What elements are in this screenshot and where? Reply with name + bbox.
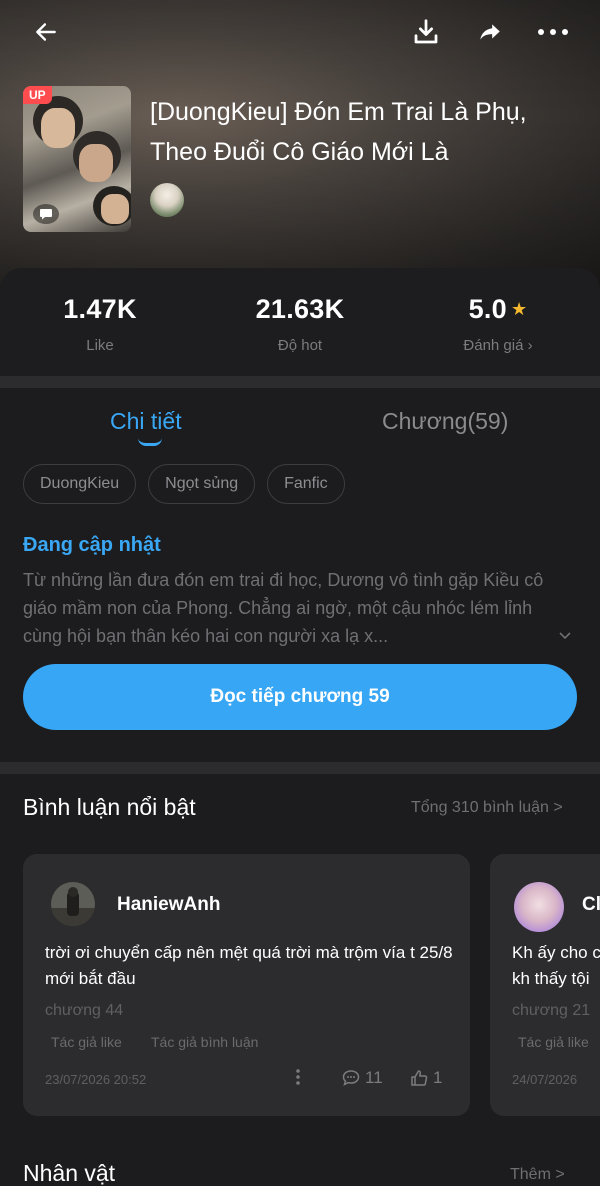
stat-value: 1.47K [63,294,137,324]
stats-panel: 1.47K Like 21.63K Độ hot 5.0 ★ Đánh giá › [0,268,600,376]
cover-figure [101,194,129,224]
section-divider [0,376,600,388]
commenter-avatar[interactable] [514,882,564,932]
share-button[interactable] [472,14,508,50]
author-avatar[interactable] [150,183,184,217]
reply-count: 11 [365,1068,383,1087]
comment-text: trời ơi chuyển cấp nên mệt quá trời mà t… [45,943,453,988]
author-comment-badge: Tác giả bình luận [151,1034,259,1050]
comment-icon [342,1070,360,1086]
download-button[interactable] [408,14,444,50]
stat-label: Độ hot [277,337,323,354]
all-comments-link[interactable]: Tổng 310 bình luận > [411,799,563,817]
detail-section: Chi tiết Chương(59) DuongKieu Ngọt sủng … [0,388,600,762]
comment-card[interactable]: HaniewAnh trời ơi chuyển cấp nên mệt quá… [23,854,470,1116]
tag-list: DuongKieu Ngọt sủng Fanfic [23,464,345,504]
comment-chapter[interactable]: chương 44 [45,1002,123,1020]
more-vertical-icon [296,1069,300,1085]
chevron-right-icon: › [527,337,533,354]
chevron-down-icon [559,632,571,640]
comment-date: 24/07/2026 [512,1072,578,1087]
story-title: [DuongKieu] Đón Em Trai Là Phụ, Theo Đuổ… [150,98,527,166]
stat-label: Đánh giá [463,337,524,354]
stat-value: 21.63K [255,294,345,324]
story-description[interactable]: Từ những lần đưa đón em trai đi học, Dươ… [23,566,571,650]
tab-details[interactable]: Chi tiết [110,408,182,435]
cover-figure [41,108,75,148]
characters-title: Nhân vật [23,1160,116,1186]
update-status: Đang cập nhật [23,534,161,556]
comment-date: 23/07/2026 20:52 [45,1072,147,1087]
stat-rating[interactable]: 5.0 ★ Đánh giá › [413,294,583,354]
tab-active-indicator [138,438,162,446]
stat-likes: 1.47K Like [15,294,185,354]
comments-section: Bình luận nổi bật Tổng 310 bình luận > H… [0,774,600,1186]
reply-button[interactable]: 11 [341,1068,383,1088]
stat-hot: 21.63K Độ hot [215,294,385,354]
story-cover[interactable]: UP [23,86,131,232]
update-badge: UP [23,86,52,104]
continue-reading-button[interactable]: Đọc tiếp chương 59 [23,664,577,730]
cover-figure [79,144,113,182]
tag-chip[interactable]: DuongKieu [23,464,137,504]
section-divider [0,762,600,774]
back-button[interactable] [28,14,64,50]
author-like-badge: Tác giả like [518,1034,589,1050]
author-like-badge: Tác giả like [51,1034,122,1050]
comment-chapter[interactable]: chương 21 [512,1002,590,1020]
top-bar [0,0,600,64]
like-button[interactable]: 1 [409,1068,442,1088]
comment-card[interactable]: Cl Kh ấy cho c kh thấy tội chương 21 Tác… [490,854,600,1116]
share-icon [480,24,500,40]
tab-chapters[interactable]: Chương(59) [382,408,508,435]
commenter-name[interactable]: Cl [582,894,600,916]
thumbs-up-icon [411,1070,428,1086]
star-icon: ★ [511,299,528,319]
comments-title: Bình luận nổi bật [23,794,196,820]
tag-chip[interactable]: Fanfic [267,464,345,504]
download-icon [414,19,438,44]
expand-description-button[interactable] [558,628,572,646]
like-count: 1 [433,1068,443,1087]
arrow-left-icon [36,23,56,41]
more-button[interactable] [535,14,571,50]
stat-label: Like [86,337,114,354]
more-dots-icon [538,29,568,35]
commenter-avatar[interactable] [51,882,95,926]
comment-more-button[interactable] [295,1068,301,1091]
commenter-name[interactable]: HaniewAnh [117,894,220,916]
stat-value: 5.0 [468,294,507,324]
characters-more-link[interactable]: Thêm > [510,1166,565,1184]
comment-text: Kh ấy cho c kh thấy tội [512,943,600,988]
tag-chip[interactable]: Ngọt sủng [148,464,256,504]
chat-bubble-icon [33,204,59,224]
